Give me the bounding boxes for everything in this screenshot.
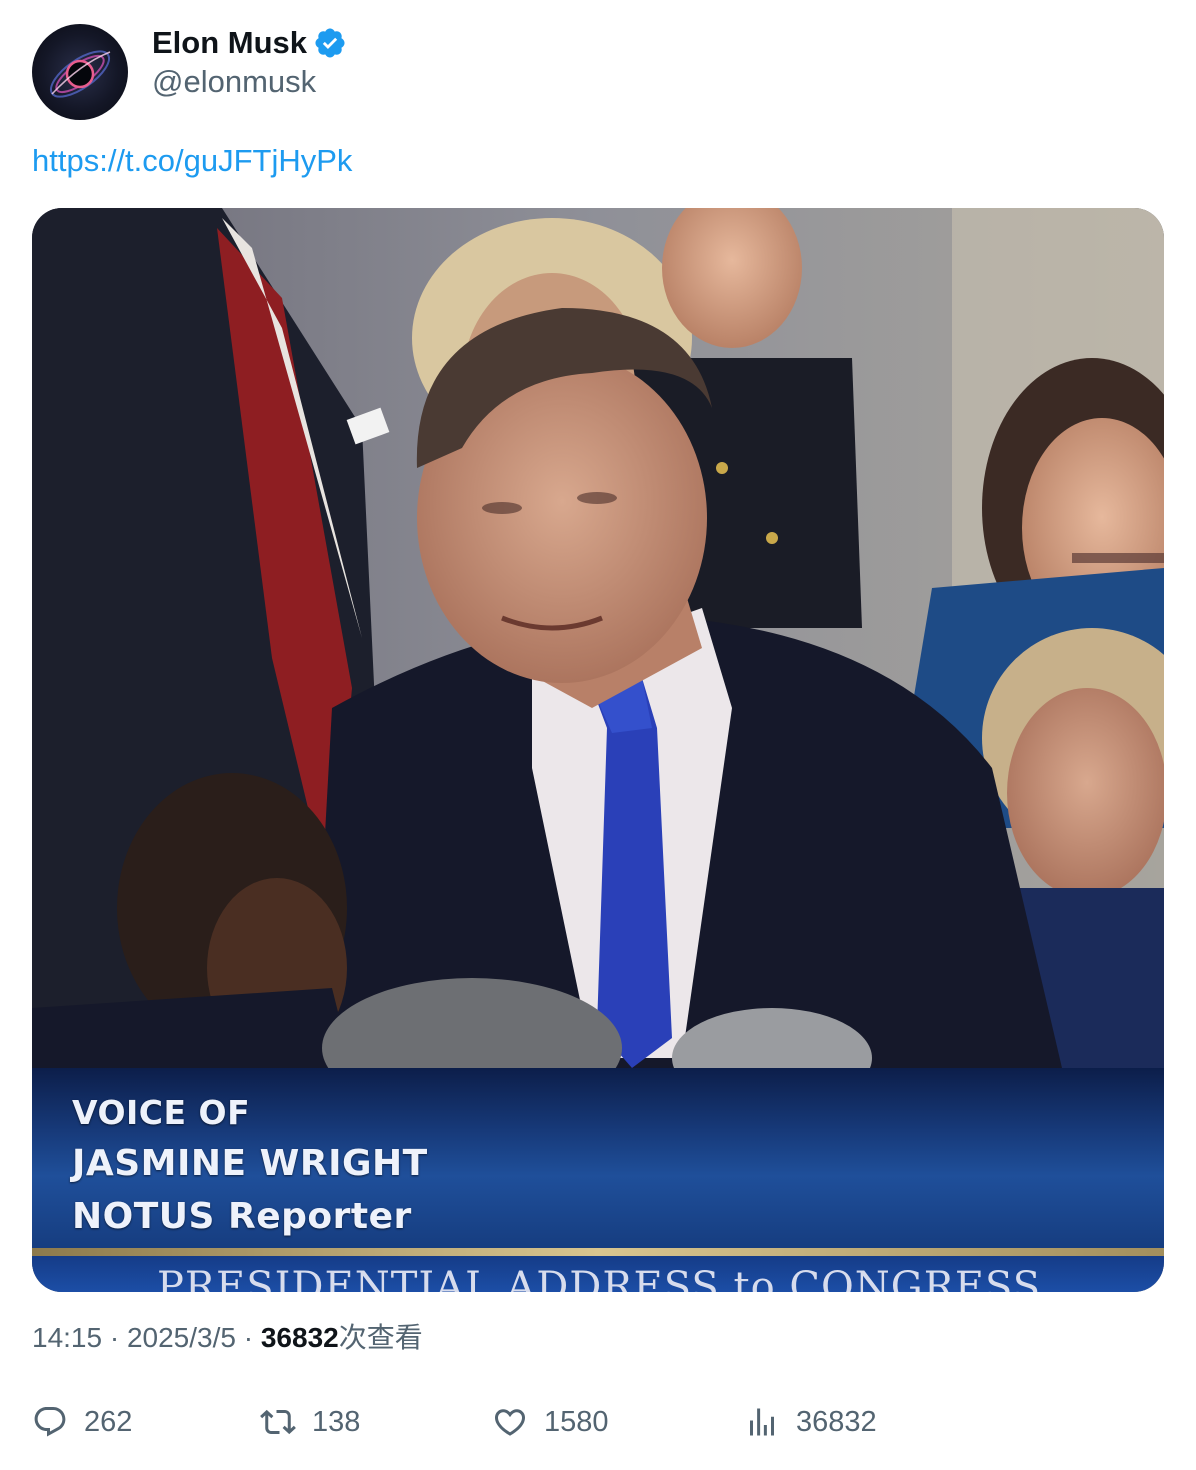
tweet-time[interactable]: 14:15 <box>32 1322 102 1353</box>
avatar[interactable] <box>32 24 128 120</box>
retweet-button[interactable]: 138 <box>260 1396 360 1448</box>
reply-count: 262 <box>84 1405 133 1438</box>
author-name[interactable]: Elon Musk <box>152 25 307 61</box>
author-handle[interactable]: @elonmusk <box>152 64 316 100</box>
views-action-count: 36832 <box>796 1405 877 1438</box>
reply-button[interactable]: 262 <box>32 1396 132 1448</box>
like-button[interactable]: 1580 <box>492 1396 609 1448</box>
views-label: 次查看 <box>338 1322 423 1353</box>
meta-separator-1: · <box>109 1322 127 1353</box>
caption-line-3: NOTUS Reporter <box>72 1196 412 1237</box>
views-chart-icon <box>750 1408 774 1436</box>
like-count: 1580 <box>544 1405 609 1438</box>
author-name-row[interactable]: Elon Musk <box>152 24 347 62</box>
heart-icon <box>494 1409 526 1436</box>
tweet-date[interactable]: 2025/3/5 <box>127 1322 236 1353</box>
meta-separator-2: · <box>243 1322 261 1353</box>
broadcast-divider <box>32 1248 1164 1256</box>
retweet-count: 138 <box>312 1405 361 1438</box>
caption-line-2: JASMINE WRIGHT <box>72 1143 428 1184</box>
reply-icon <box>34 1407 66 1437</box>
broadcast-banner-text: PRESIDENTIAL ADDRESS to CONGRESS <box>157 1264 1042 1292</box>
views-button[interactable]: 36832 <box>744 1396 877 1448</box>
action-bar: 262 138 1580 36832 <box>32 1396 1164 1448</box>
broadcast-banner: PRESIDENTIAL ADDRESS to CONGRESS <box>32 1256 1164 1292</box>
tweet-link[interactable]: https://t.co/guJFTjHyPk <box>32 143 352 179</box>
views-count: 36832 <box>260 1322 339 1353</box>
tweet-meta: 14:15 · 2025/3/5 · 36832次查看 <box>32 1316 423 1356</box>
retweet-icon <box>260 1409 296 1435</box>
verified-badge-icon <box>313 26 347 60</box>
avatar-image <box>50 50 111 98</box>
tweet-media-image[interactable]: VOICE OF JASMINE WRIGHT NOTUS Reporter P… <box>32 208 1164 1292</box>
caption-line-1: VOICE OF <box>72 1093 251 1132</box>
